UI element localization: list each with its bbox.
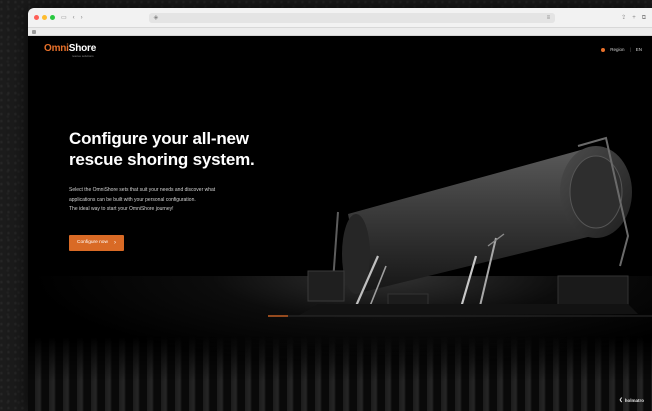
logo-text-omni: Omni (44, 43, 69, 54)
tabs-icon[interactable]: ⧉ (642, 15, 646, 21)
minimize-window-button[interactable] (42, 15, 47, 20)
chevron-right-icon: › (113, 239, 116, 246)
holmatro-mark-icon: ❮ (618, 397, 623, 402)
logo-text-shore: Shore (68, 43, 97, 54)
maximize-window-button[interactable] (50, 15, 55, 20)
location-pin-icon[interactable] (601, 47, 606, 52)
language-selector[interactable]: EN (636, 47, 642, 52)
site-header: OmniShore rescue solutions Region | EN (28, 36, 652, 66)
browser-window: ▭ ‹ › ◈ ≡ ⇪ + ⧉ OmniShore rescue solutio… (28, 8, 652, 411)
browser-toolbar: ▭ ‹ › ◈ ≡ ⇪ + ⧉ (28, 8, 652, 28)
holmatro-wordmark: holmatro (624, 397, 644, 403)
region-selector[interactable]: Region (610, 47, 624, 52)
website: OmniShore rescue solutions Region | EN C… (28, 36, 652, 411)
hero-headline: Configure your all-new rescue shoring sy… (69, 129, 255, 169)
omnishore-logo[interactable]: OmniShore rescue solutions (44, 44, 96, 58)
cta-label: Configure now (77, 240, 108, 245)
close-window-button[interactable] (34, 15, 39, 20)
window-controls (34, 15, 55, 20)
reader-icon[interactable]: ≡ (547, 15, 551, 21)
holmatro-logo[interactable]: ❮ holmatro (619, 397, 644, 403)
back-icon[interactable]: ‹ (73, 15, 75, 21)
sidebar-icon[interactable]: ▭ (61, 15, 67, 21)
tab-favicon-icon[interactable] (32, 29, 36, 34)
share-icon[interactable]: ⇪ (621, 15, 626, 21)
tab-bar (28, 28, 652, 36)
configure-now-button[interactable]: Configure now › (69, 234, 124, 251)
top-navigation: Region | EN (601, 47, 642, 52)
address-bar[interactable]: ◈ ≡ (148, 12, 556, 23)
shield-icon: ◈ (153, 14, 159, 21)
floor-stripes (28, 336, 652, 411)
forward-icon[interactable]: › (81, 15, 83, 21)
hero-description: Select the OmniShore sets that suit your… (69, 187, 216, 212)
new-tab-icon[interactable]: + (632, 15, 636, 21)
hero-text: Configure your all-new rescue shoring sy… (69, 128, 339, 251)
logo-tagline: rescue solutions (72, 54, 94, 58)
